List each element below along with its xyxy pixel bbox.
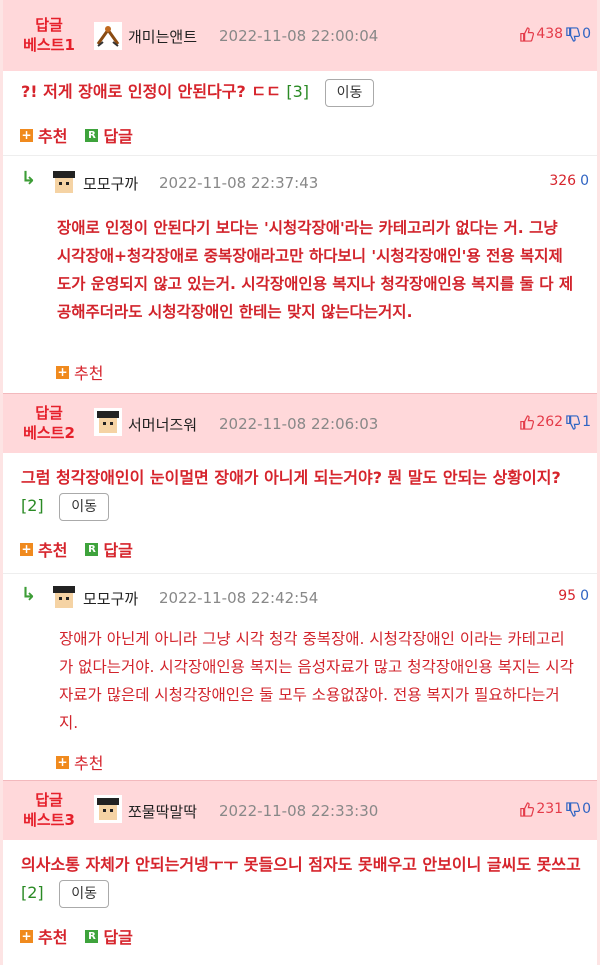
- recommend-button[interactable]: + 추천: [20, 924, 67, 948]
- best-comment-header-1: 답글 베스트1 개미는앤트 2022-11-08 22:00:04 438 0: [3, 0, 597, 73]
- thumbs-up-icon[interactable]: [519, 801, 535, 817]
- comment-title: ?! 저게 장애로 인정이 안된다구? ㄷㄷ [3] 이동: [21, 78, 581, 107]
- comment-date: 2022-11-08 22:42:54: [159, 589, 319, 607]
- recommend-label: 추천: [38, 928, 68, 947]
- best-badge: 답글 베스트2: [23, 404, 75, 442]
- reply-button[interactable]: R 답글: [85, 123, 133, 147]
- recommend-label: 추천: [74, 754, 104, 773]
- recommend-button[interactable]: + 추천: [20, 537, 67, 561]
- reply-r-icon: R: [85, 542, 99, 556]
- recommend-label: 추천: [74, 364, 104, 383]
- thumbs-up-icon[interactable]: [519, 26, 535, 42]
- username[interactable]: 서머너즈워: [128, 414, 197, 435]
- move-button[interactable]: 이동: [59, 879, 110, 908]
- recommend-button[interactable]: + 추천: [20, 123, 67, 147]
- username[interactable]: 개미는앤트: [128, 26, 197, 47]
- reply-label: 답글: [103, 127, 133, 146]
- avatar: [94, 22, 122, 50]
- downvote-count: 0: [580, 588, 589, 604]
- thumbs-down-icon[interactable]: [565, 414, 581, 430]
- vote-counts: 438 0: [519, 26, 591, 42]
- recommend-button[interactable]: + 추천: [56, 360, 103, 384]
- upvote-count: 438: [536, 26, 564, 42]
- reply-button[interactable]: R 답글: [85, 537, 133, 561]
- upvote-count: 262: [536, 414, 564, 430]
- best-comment-body-3: 의사소통 자체가 안되는거넹ㅜㅜ 못들으니 점자도 못배우고 안보이니 글씨도 …: [3, 840, 597, 965]
- thumbs-down-icon[interactable]: [565, 26, 581, 42]
- reply-r-icon: R: [85, 128, 99, 142]
- reply-comment-1: ↳ 모모구까 2022-11-08 22:37:43 326 0 장애로 인정이 …: [3, 155, 597, 394]
- reply-label: 답글: [103, 928, 133, 947]
- comment-board: 답글 베스트1 개미는앤트 2022-11-08 22:00:04 438 0 …: [3, 0, 597, 965]
- reply-r-icon: R: [85, 929, 99, 943]
- recommend-label: 추천: [38, 541, 68, 560]
- thumbs-up-icon[interactable]: [519, 414, 535, 430]
- comment-actions: + 추천 R 답글: [20, 537, 133, 561]
- username[interactable]: 쪼물딱말딱: [128, 801, 197, 822]
- plus-icon: +: [20, 541, 33, 556]
- comment-text: 그럼 청각장애인이 눈이멀면 장애가 아니게 되는거야? 뭔 말도 안되는 상황…: [21, 468, 561, 487]
- comment-title: 그럼 청각장애인이 눈이멀면 장애가 아니게 되는거야? 뭔 말도 안되는 상황…: [21, 464, 581, 521]
- downvote-count: 0: [582, 26, 591, 42]
- comment-date: 2022-11-08 22:00:04: [219, 27, 379, 45]
- thumbs-down-icon[interactable]: [565, 801, 581, 817]
- comment-text: ?! 저게 장애로 인정이 안된다구? ㄷㄷ: [21, 82, 281, 101]
- comment-date: 2022-11-08 22:37:43: [159, 174, 319, 192]
- avatar: [50, 583, 78, 611]
- avatar: [50, 168, 78, 196]
- downvote-count: 1: [582, 414, 591, 430]
- comment-text: 의사소통 자체가 안되는거넹ㅜㅜ 못들으니 점자도 못배우고 안보이니 글씨도 …: [21, 855, 581, 874]
- username[interactable]: 모모구까: [83, 173, 138, 194]
- avatar: [94, 408, 122, 436]
- reply-button[interactable]: R 답글: [85, 924, 133, 948]
- downvote-count: 0: [580, 173, 589, 189]
- downvote-count: 0: [582, 801, 591, 817]
- vote-counts: 326 0: [549, 173, 589, 189]
- reply-comment-2: ↳ 모모구까 2022-11-08 22:42:54 95 0 장애가 아닌게 아…: [3, 573, 597, 781]
- comment-date: 2022-11-08 22:33:30: [219, 802, 379, 820]
- reply-text: 장애로 인정이 안된다기 보다는 '시청각장애'라는 카테고리가 없다는 거. …: [57, 219, 574, 321]
- upvote-count: 231: [536, 801, 564, 817]
- upvote-count: 95: [558, 588, 577, 604]
- vote-counts: 262 1: [519, 414, 591, 430]
- plus-icon: +: [20, 928, 33, 943]
- reply-count: [2]: [21, 496, 44, 515]
- best-comment-body-1: ?! 저게 장애로 인정이 안된다구? ㄷㄷ [3] 이동 + 추천 R 답글: [3, 71, 597, 155]
- username[interactable]: 모모구까: [83, 588, 138, 609]
- best-comment-header-3: 답글 베스트3 쪼물딱말딱 2022-11-08 22:33:30 231 0: [3, 780, 597, 842]
- comment-actions: + 추천 R 답글: [20, 924, 133, 948]
- best-comment-header-2: 답글 베스트2 서머너즈워 2022-11-08 22:06:03 262 1: [3, 393, 597, 455]
- plus-icon: +: [56, 364, 69, 379]
- avatar: [94, 795, 122, 823]
- plus-icon: +: [20, 127, 33, 142]
- vote-counts: 95 0: [558, 588, 589, 604]
- comment-actions: + 추천 R 답글: [20, 123, 133, 147]
- reply-label: 답글: [103, 541, 133, 560]
- best-badge: 답글 베스트3: [23, 791, 75, 829]
- best-badge: 답글 베스트1: [23, 16, 75, 54]
- comment-title: 의사소통 자체가 안되는거넹ㅜㅜ 못들으니 점자도 못배우고 안보이니 글씨도 …: [21, 851, 581, 908]
- comment-date: 2022-11-08 22:06:03: [219, 415, 379, 433]
- reply-count: [3]: [286, 82, 310, 101]
- best-comment-body-2: 그럼 청각장애인이 눈이멀면 장애가 아니게 되는거야? 뭔 말도 안되는 상황…: [3, 453, 597, 573]
- move-button[interactable]: 이동: [324, 78, 375, 107]
- reply-count: [2]: [21, 883, 44, 902]
- reply-arrow-icon: ↳: [21, 168, 37, 189]
- reply-text: 장애가 아닌게 아니라 그냥 시각 청각 중복장애. 시청각장애인 이라는 카테…: [59, 630, 574, 732]
- plus-icon: +: [56, 754, 69, 769]
- vote-counts: 231 0: [519, 801, 591, 817]
- move-button[interactable]: 이동: [59, 492, 110, 521]
- recommend-button[interactable]: + 추천: [56, 750, 103, 774]
- reply-arrow-icon: ↳: [21, 584, 37, 605]
- upvote-count: 326: [549, 173, 577, 189]
- recommend-label: 추천: [38, 127, 68, 146]
